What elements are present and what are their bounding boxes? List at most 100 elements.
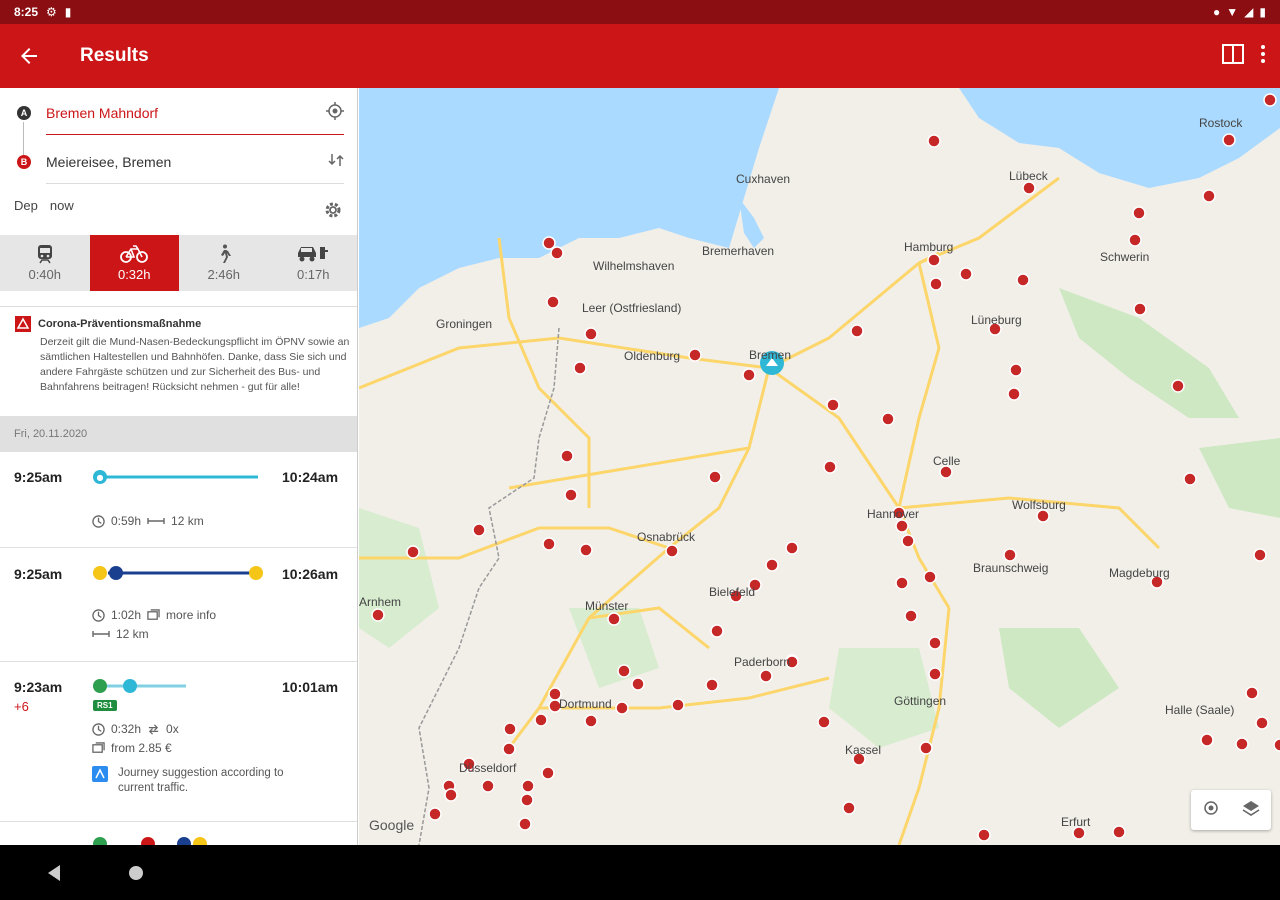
my-location-button[interactable]: [326, 102, 344, 123]
walk-icon: [220, 244, 231, 263]
status-time: 8:25: [14, 5, 39, 19]
line-badge: RS1: [93, 700, 117, 711]
warning-icon: [15, 316, 31, 332]
ticket-icon: [147, 608, 160, 620]
map-label-goettingen: Göttingen: [894, 694, 946, 708]
map-layers-button[interactable]: [1242, 799, 1260, 822]
map-label-bremerhaven: Bremerhaven: [702, 244, 774, 258]
tab-car[interactable]: 0:17h: [269, 235, 358, 291]
journey-price: from 2.85 €: [111, 741, 172, 755]
more-vert-icon: [1261, 44, 1265, 63]
map-label-dortmund: Dortmund: [559, 697, 612, 711]
map-label-luebeck: Lübeck: [1009, 169, 1049, 183]
map-label-lueneburg: Lüneburg: [971, 313, 1022, 327]
mode-duration: 0:17h: [296, 267, 330, 282]
traffic-hint-text: Journey suggestion according to current …: [118, 767, 284, 794]
map-label-wolfsburg: Wolfsburg: [1012, 498, 1066, 512]
map-label-duesseldorf: Düsseldorf: [459, 761, 517, 775]
map-label-osnabrueck: Osnabrück: [637, 530, 696, 544]
origin-value: Bremen Mahndorf: [46, 104, 159, 121]
nav-back-button[interactable]: [46, 864, 62, 882]
arrival-time: 10:26am: [282, 566, 339, 582]
traffic-info-icon: [92, 766, 108, 782]
notice-title: Corona-Präventionsmaßnahme: [38, 318, 202, 330]
journey-distance: 12 km: [171, 514, 204, 528]
map-label-leer: Leer (Ostfriesland): [582, 301, 681, 315]
more-info-link[interactable]: more info: [166, 608, 216, 622]
journey-item[interactable]: 9:23am +6 10:01am RS1 0:32h 0x from 2.85…: [0, 662, 357, 822]
journey-item-partial[interactable]: [0, 822, 357, 845]
map-label-bielefeld: Bielefeld: [709, 585, 755, 599]
departure-value: now: [49, 198, 74, 213]
journey-duration: 0:32h: [111, 722, 142, 736]
app-bar: Results: [0, 24, 1280, 88]
arrival-time: 10:24am: [282, 469, 339, 485]
mode-duration: 2:46h: [207, 267, 241, 282]
results-panel: A B Bremen Mahndorf Meiereisee, Bremen D…: [0, 88, 358, 845]
map-label-paderborn: Paderborn: [734, 655, 790, 669]
back-button[interactable]: [0, 24, 58, 88]
map-controls: [1191, 790, 1271, 830]
notice-body: Derzeit gilt die Mund-Nasen-Bedeckungspf…: [40, 336, 350, 393]
distance-icon: [92, 631, 110, 637]
route-line-bike-share: [93, 566, 263, 580]
departure-time: 9:25am: [14, 469, 63, 485]
swap-button[interactable]: [328, 152, 344, 171]
destination-value: Meiereisee, Bremen: [46, 153, 172, 170]
destination-field[interactable]: Meiereisee, Bremen: [46, 140, 344, 184]
route-line-partial: [93, 837, 207, 845]
map-view[interactable]: Cuxhaven Bremerhaven Wilhelmshaven Groni…: [359, 88, 1280, 845]
clock-icon: [92, 514, 105, 528]
tab-public-transport[interactable]: 0:40h: [0, 235, 90, 291]
ticket-icon: [92, 741, 105, 753]
nav-home-button[interactable]: [127, 864, 145, 882]
departure-label: Dep: [14, 198, 38, 213]
departure-time: 9:25am: [14, 566, 63, 582]
date-header: Fri, 20.11.2020: [0, 416, 357, 452]
route-line-bike: ●: [93, 470, 258, 484]
map-label-oldenburg: Oldenburg: [624, 349, 680, 363]
map-label-groningen: Groningen: [436, 317, 492, 331]
route-line-train: [93, 679, 186, 693]
traffic-hint: Journey suggestion according to current …: [92, 766, 318, 796]
my-location-icon: [1204, 800, 1218, 815]
map-label-wilhelmshaven: Wilhelmshaven: [593, 259, 674, 273]
options-button[interactable]: [322, 199, 344, 226]
corona-notice[interactable]: Corona-Präventionsmaßnahme Derzeit gilt …: [0, 306, 357, 416]
train-icon: [37, 245, 52, 264]
origin-marker-icon: A: [17, 106, 31, 120]
status-bar: 8:25 ⚙ ▮ ● ▼ ◢ ▮: [0, 0, 1280, 24]
google-logo: Google: [369, 817, 414, 833]
clock-icon: [92, 722, 105, 736]
departure-time: 9:23am: [14, 679, 63, 695]
wifi-icon: ▼: [1226, 5, 1239, 19]
arrival-time: 10:01am: [282, 679, 339, 695]
settings-icon: ⚙: [46, 5, 57, 19]
car-icon: [298, 247, 329, 262]
map-label-hamburg: Hamburg: [904, 240, 953, 254]
journey-changes: 0x: [166, 722, 179, 736]
departure-row[interactable]: Dep now: [14, 198, 74, 213]
sd-card-icon: ▮: [64, 5, 72, 19]
tab-bike[interactable]: 0:32h: [89, 235, 179, 291]
signal-icon: ◢: [1244, 5, 1254, 19]
split-view-button[interactable]: [1222, 43, 1244, 69]
map-label-halle: Halle (Saale): [1165, 703, 1234, 717]
map-label-erfurt: Erfurt: [1061, 815, 1091, 829]
layers-icon: [1242, 800, 1260, 816]
arrow-back-icon: [21, 48, 37, 64]
journey-item[interactable]: 9:25am 10:24am ● 0:59h 12 km: [0, 452, 357, 548]
map-label-bremen: Bremen: [749, 348, 791, 362]
overflow-menu-button[interactable]: [1260, 44, 1266, 69]
origin-field[interactable]: Bremen Mahndorf: [46, 91, 344, 135]
journey-item[interactable]: 9:25am 10:26am 1:02h more info 12 km: [0, 548, 357, 662]
location-icon: ●: [1213, 5, 1221, 19]
page-title: Results: [80, 45, 149, 66]
tab-walk[interactable]: 2:46h: [179, 235, 269, 291]
battery-icon: ▮: [1259, 5, 1266, 19]
map-label-arnhem: Arnhem: [359, 595, 401, 609]
map-my-location-button[interactable]: [1202, 799, 1220, 822]
map-canvas[interactable]: Cuxhaven Bremerhaven Wilhelmshaven Groni…: [359, 88, 1280, 845]
map-label-magdeburg: Magdeburg: [1109, 566, 1170, 580]
journey-duration: 1:02h: [111, 608, 142, 622]
